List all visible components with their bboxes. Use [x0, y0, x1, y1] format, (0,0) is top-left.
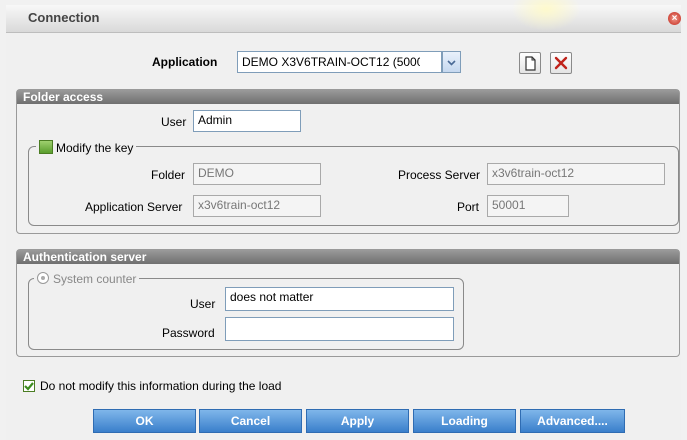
dropdown-arrow-button[interactable] — [442, 51, 461, 73]
system-counter-radio[interactable] — [37, 272, 49, 284]
close-icon[interactable]: × — [668, 12, 681, 25]
auth-user-label: User — [190, 297, 216, 311]
advanced-button[interactable]: Advanced.... — [520, 409, 625, 433]
modify-key-label: Modify the key — [56, 141, 134, 155]
application-select[interactable]: DEMO X3V6TRAIN-OCT12 (5000 — [237, 51, 442, 73]
folder-input[interactable]: DEMO — [193, 163, 321, 185]
folder-user-label: User — [161, 115, 187, 129]
application-label: Application — [152, 55, 218, 69]
folder-user-input[interactable]: Admin — [193, 110, 301, 132]
folder-label: Folder — [151, 168, 186, 182]
ok-button[interactable]: OK — [93, 409, 196, 433]
system-counter-label: System counter — [53, 272, 137, 286]
modify-key-checkbox[interactable] — [39, 140, 53, 154]
new-button[interactable] — [519, 52, 541, 74]
folder-access-header: Folder access — [17, 90, 679, 104]
checkmark-icon — [24, 382, 34, 391]
title-glare-decoration — [511, 0, 581, 31]
apply-button[interactable]: Apply — [306, 409, 409, 433]
delete-x-icon — [554, 56, 568, 70]
auth-user-input[interactable]: does not matter — [225, 287, 454, 311]
new-document-icon — [525, 56, 536, 71]
no-modify-label: Do not modify this information during th… — [40, 379, 282, 393]
port-label: Port — [457, 200, 480, 214]
no-modify-checkbox[interactable] — [23, 380, 35, 392]
auth-password-label: Password — [162, 326, 215, 340]
cancel-button[interactable]: Cancel — [199, 409, 302, 433]
authentication-header: Authentication server — [17, 250, 679, 264]
port-input[interactable]: 50001 — [487, 195, 569, 217]
application-select-value: DEMO X3V6TRAIN-OCT12 (5000 — [242, 55, 420, 69]
loading-button[interactable]: Loading — [413, 409, 516, 433]
connection-dialog: Connection × Application DEMO X3V6TRAIN-… — [0, 0, 687, 440]
modify-key-checkbox-row[interactable]: Modify the key — [36, 140, 137, 155]
application-server-label: Application Server — [85, 200, 183, 214]
application-server-input[interactable]: x3v6train-oct12 — [193, 195, 321, 217]
auth-password-input[interactable] — [225, 317, 454, 341]
process-server-label: Process Server — [398, 168, 481, 182]
chevron-down-icon — [447, 60, 456, 66]
modify-key-group — [28, 146, 679, 226]
process-server-input[interactable]: x3v6train-oct12 — [487, 163, 665, 185]
dialog-title: Connection — [28, 10, 100, 25]
delete-button[interactable] — [550, 52, 572, 74]
title-bar: Connection — [6, 0, 681, 33]
system-counter-radio-row[interactable]: System counter — [34, 272, 140, 286]
